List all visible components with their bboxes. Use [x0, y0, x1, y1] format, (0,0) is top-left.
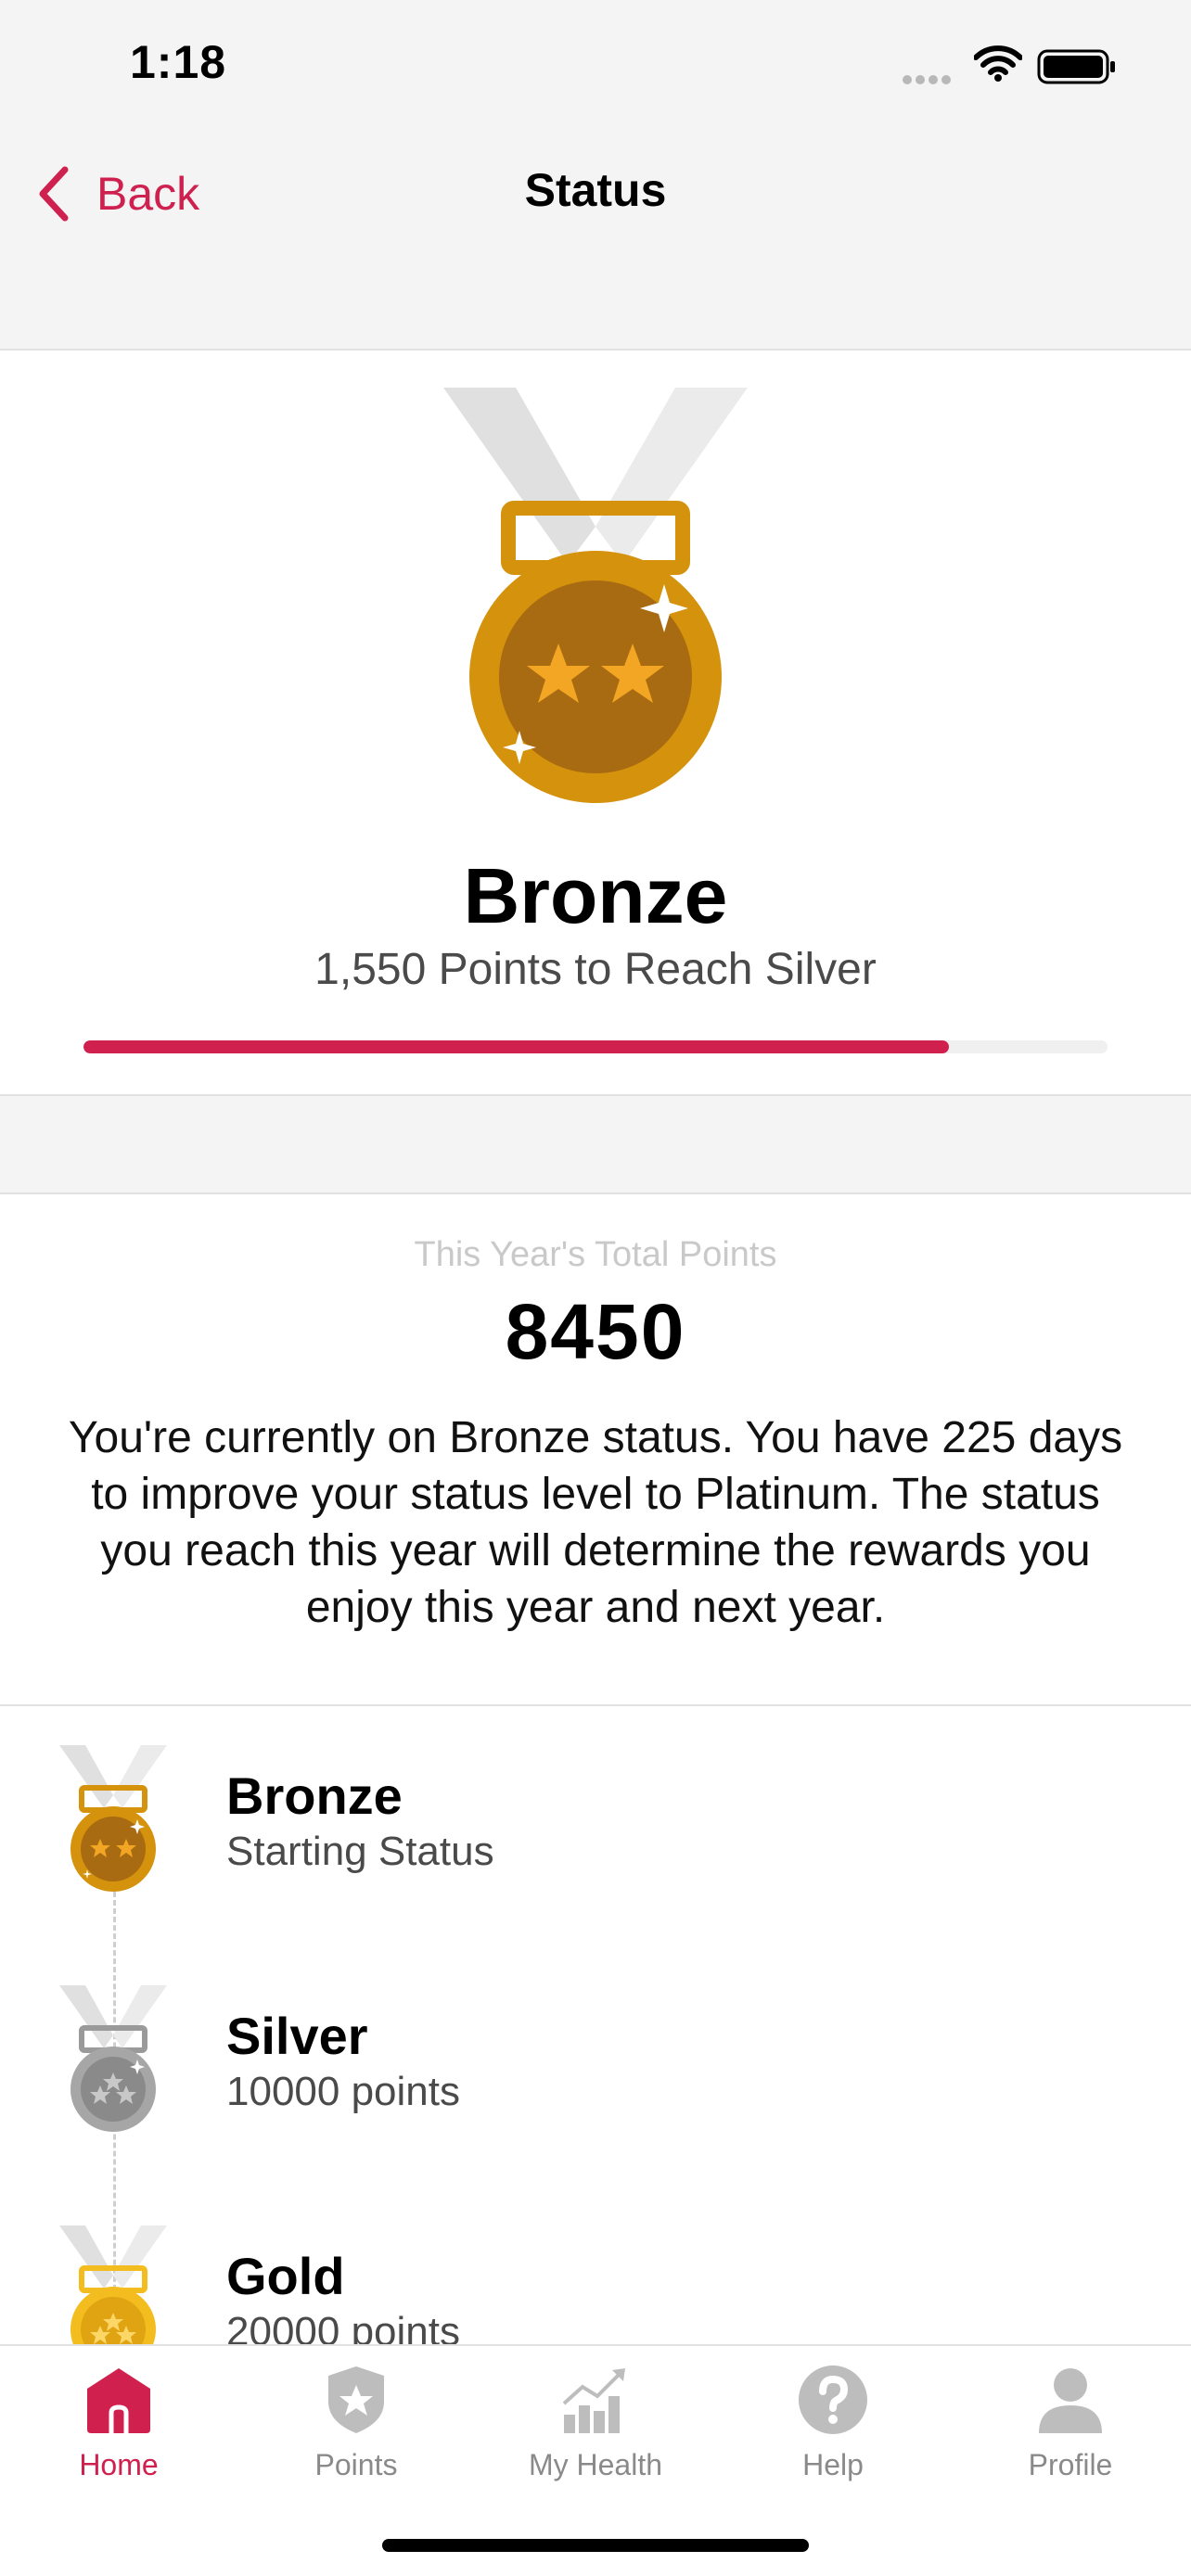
tier-row-gold[interactable]: Gold 20000 points — [0, 2187, 1191, 2344]
tab-profile[interactable]: Profile — [952, 2363, 1189, 2502]
current-status-level: Bronze — [463, 852, 728, 939]
tier-requirement: Starting Status — [226, 1829, 494, 1874]
home-icon — [87, 2368, 150, 2433]
tier-requirement: 10000 points — [226, 2069, 460, 2114]
tier-row-bronze[interactable]: Bronze Starting Status — [0, 1706, 1191, 1892]
cellular-signal-icon — [903, 75, 951, 84]
tier-requirement: 20000 points — [226, 2309, 460, 2344]
tab-my-health[interactable]: My Health — [477, 2363, 714, 2502]
silver-medal-icon — [59, 1985, 167, 2132]
tab-label: Home — [79, 2448, 159, 2481]
total-points-label: This Year's Total Points — [414, 1235, 777, 1274]
current-status-card: Bronze 1,550 Points to Reach Silver — [0, 351, 1191, 1096]
bronze-medal-icon — [443, 388, 748, 803]
battery-icon — [1037, 49, 1115, 84]
tab-label: Help — [802, 2448, 864, 2481]
section-divider — [0, 1096, 1191, 1194]
status-tiers-list: Bronze Starting Status Silver 10000 poin… — [0, 1706, 1191, 2344]
tab-label: Profile — [1028, 2448, 1113, 2481]
status-description: You're currently on Bronze status. You h… — [68, 1413, 1123, 1632]
tab-help[interactable]: Help — [714, 2363, 952, 2502]
help-icon — [799, 2366, 867, 2434]
status-time: 1:18 — [130, 36, 227, 88]
tier-name: Gold — [226, 2247, 345, 2305]
navigation-bar: Back Status — [0, 139, 1191, 351]
home-indicator[interactable] — [382, 2539, 809, 2552]
wifi-icon — [974, 45, 1022, 82]
tier-row-silver[interactable]: Silver 10000 points — [0, 1946, 1191, 2132]
tab-home[interactable]: Home — [0, 2363, 237, 2502]
tier-name: Silver — [226, 2007, 368, 2065]
status-screen: 1:18 Back Status Bronze 1,550 Points to … — [0, 0, 1191, 2576]
status-bar: 1:18 — [0, 0, 1191, 139]
profile-icon — [1039, 2368, 1102, 2433]
points-badge-icon — [328, 2366, 384, 2433]
tab-points[interactable]: Points — [237, 2363, 475, 2502]
total-points-section: This Year's Total Points 8450 You're cur… — [0, 1194, 1191, 1706]
page-title: Status — [524, 164, 667, 216]
tab-label: Points — [314, 2448, 398, 2481]
health-chart-icon — [562, 2368, 625, 2433]
tab-label: My Health — [528, 2448, 663, 2481]
points-to-next-level: 1,550 Points to Reach Silver — [314, 945, 877, 994]
status-progress-bar — [83, 1040, 1108, 1053]
gold-medal-icon — [59, 2225, 167, 2344]
bronze-medal-icon — [59, 1745, 167, 1892]
total-points-value: 8450 — [505, 1288, 686, 1375]
tier-name: Bronze — [226, 1766, 403, 1825]
status-progress-fill — [83, 1040, 949, 1053]
